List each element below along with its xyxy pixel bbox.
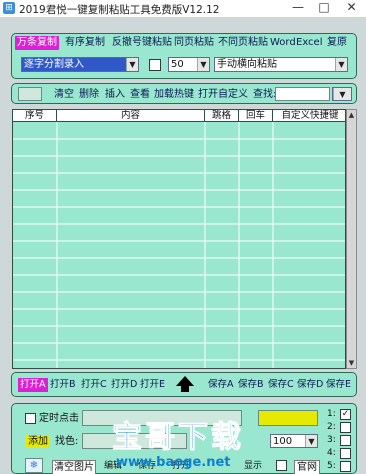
vertical-scrollbar[interactable]: ▲ ▼ (346, 109, 357, 369)
scroll-up-icon[interactable]: ▲ (347, 110, 356, 120)
official-site-button[interactable]: 官网 (294, 460, 320, 474)
slot-5-checkbox[interactable] (340, 461, 351, 472)
tab-backtick-paste[interactable]: 反撤号键粘贴 (112, 36, 172, 50)
count-value: 50 (171, 59, 184, 70)
open-custom-button[interactable]: 打开自定义 (198, 88, 248, 101)
window-title: 2019君悦一键复制粘贴工具免费版V12.12 (19, 4, 220, 16)
open-c-button[interactable]: 打开C (81, 378, 107, 392)
search-label: 查找: (253, 89, 277, 100)
add-button[interactable]: 添加 (26, 435, 50, 448)
open-a-button[interactable]: 打开A (18, 378, 48, 392)
scroll-down-icon[interactable]: ▼ (347, 358, 356, 368)
count-select[interactable]: 50 ▼ (168, 57, 210, 72)
find-color-label: 找色: (55, 436, 79, 447)
option-checkbox[interactable] (149, 59, 161, 71)
show-button[interactable]: 显示 (244, 460, 262, 473)
chevron-down-icon: ▼ (335, 58, 347, 71)
index-field[interactable] (18, 87, 42, 101)
slot-2-label: 2: (327, 422, 336, 432)
content-table[interactable]: 序号 内容 跳格 回车 自定义快捷键 (12, 109, 346, 369)
save-c-button[interactable]: 保存C (268, 378, 294, 392)
tab-copy-all[interactable]: 万条复制 (15, 36, 59, 50)
input-mode-select[interactable]: 逐字分割录入 ▼ (21, 57, 139, 72)
chevron-down-icon: ▼ (126, 58, 138, 71)
tab-restore[interactable]: 复原 (327, 36, 347, 50)
input-mode-value: 逐字分割录入 (24, 59, 84, 70)
save-d-button[interactable]: 保存D (297, 378, 323, 392)
watermark-text: 宝哥下载 (112, 420, 244, 456)
mode-panel: 万条复制 有序复制 反撤号键粘贴 同页粘贴 不同页粘贴 Word Excel 复… (11, 33, 357, 79)
slot-3-checkbox[interactable] (340, 435, 351, 446)
maximize-button[interactable]: □ (311, 0, 337, 17)
table-grid (13, 122, 345, 368)
chevron-down-icon: ▼ (197, 58, 209, 71)
view-button[interactable]: 查看 (130, 88, 150, 101)
color-swatch[interactable] (258, 410, 318, 426)
timer-label: 定时点击 (39, 413, 79, 424)
minimize-button[interactable]: — (285, 0, 311, 17)
clear-button[interactable]: 清空 (54, 88, 74, 101)
open-d-button[interactable]: 打开D (111, 378, 137, 392)
slot-1-checkbox[interactable]: ✓ (340, 409, 351, 420)
close-button[interactable]: ✕ (337, 0, 366, 17)
save-a-button[interactable]: 保存A (208, 378, 234, 392)
zoom-value: 100 (273, 436, 293, 447)
slot-4-label: 4: (327, 448, 336, 458)
save-e-button[interactable]: 保存E (326, 378, 351, 392)
delete-button[interactable]: 删除 (79, 88, 99, 101)
file-bar: 打开A 打开B 打开C 打开D 打开E 保存A 保存B 保存C 保存D 保存E (11, 372, 357, 397)
slot-2-checkbox[interactable] (340, 422, 351, 433)
tab-same-page-paste[interactable]: 同页粘贴 (174, 36, 214, 50)
up-arrow-stem (181, 385, 189, 392)
open-b-button[interactable]: 打开B (50, 378, 76, 392)
chevron-down-icon: ▼ (305, 435, 317, 447)
slot-1-label: 1: (327, 409, 336, 419)
load-hotkey-button[interactable]: 加载热键 (154, 88, 194, 101)
insert-button[interactable]: 插入 (105, 88, 125, 101)
slot-5-label: 5: (327, 461, 336, 471)
paste-mode-select[interactable]: 手动横向粘贴 ▼ (214, 57, 348, 72)
tab-word[interactable]: Word (270, 36, 296, 50)
search-select[interactable]: ▼ (332, 87, 352, 101)
title-bar: ⊞ 2019君悦一键复制粘贴工具免费版V12.12 — □ ✕ (0, 0, 366, 17)
slot-3-label: 3: (327, 435, 336, 445)
watermark-url: www.baoge.net (116, 455, 231, 470)
open-e-button[interactable]: 打开E (140, 378, 165, 392)
save-b-button[interactable]: 保存B (238, 378, 264, 392)
paste-mode-value: 手动横向粘贴 (217, 59, 277, 70)
app-icon: ⊞ (3, 2, 15, 14)
tab-ordered-copy[interactable]: 有序复制 (65, 36, 105, 50)
chevron-down-icon: ▼ (333, 88, 351, 100)
tab-diff-page-paste[interactable]: 不同页粘贴 (218, 36, 268, 50)
tab-excel[interactable]: Excel (296, 36, 323, 50)
slot-4-checkbox[interactable] (340, 448, 351, 459)
snowflake-icon[interactable]: ❄ (25, 458, 43, 473)
search-input[interactable] (275, 87, 330, 101)
action-toolbar: 清空 删除 插入 查看 加载热键 打开自定义 查找: ▼ (11, 83, 357, 104)
clear-image-button[interactable]: 清空图片 (52, 460, 96, 474)
show-checkbox[interactable] (276, 460, 287, 471)
zoom-select[interactable]: 100 ▼ (270, 434, 318, 448)
timer-checkbox[interactable] (25, 413, 36, 424)
